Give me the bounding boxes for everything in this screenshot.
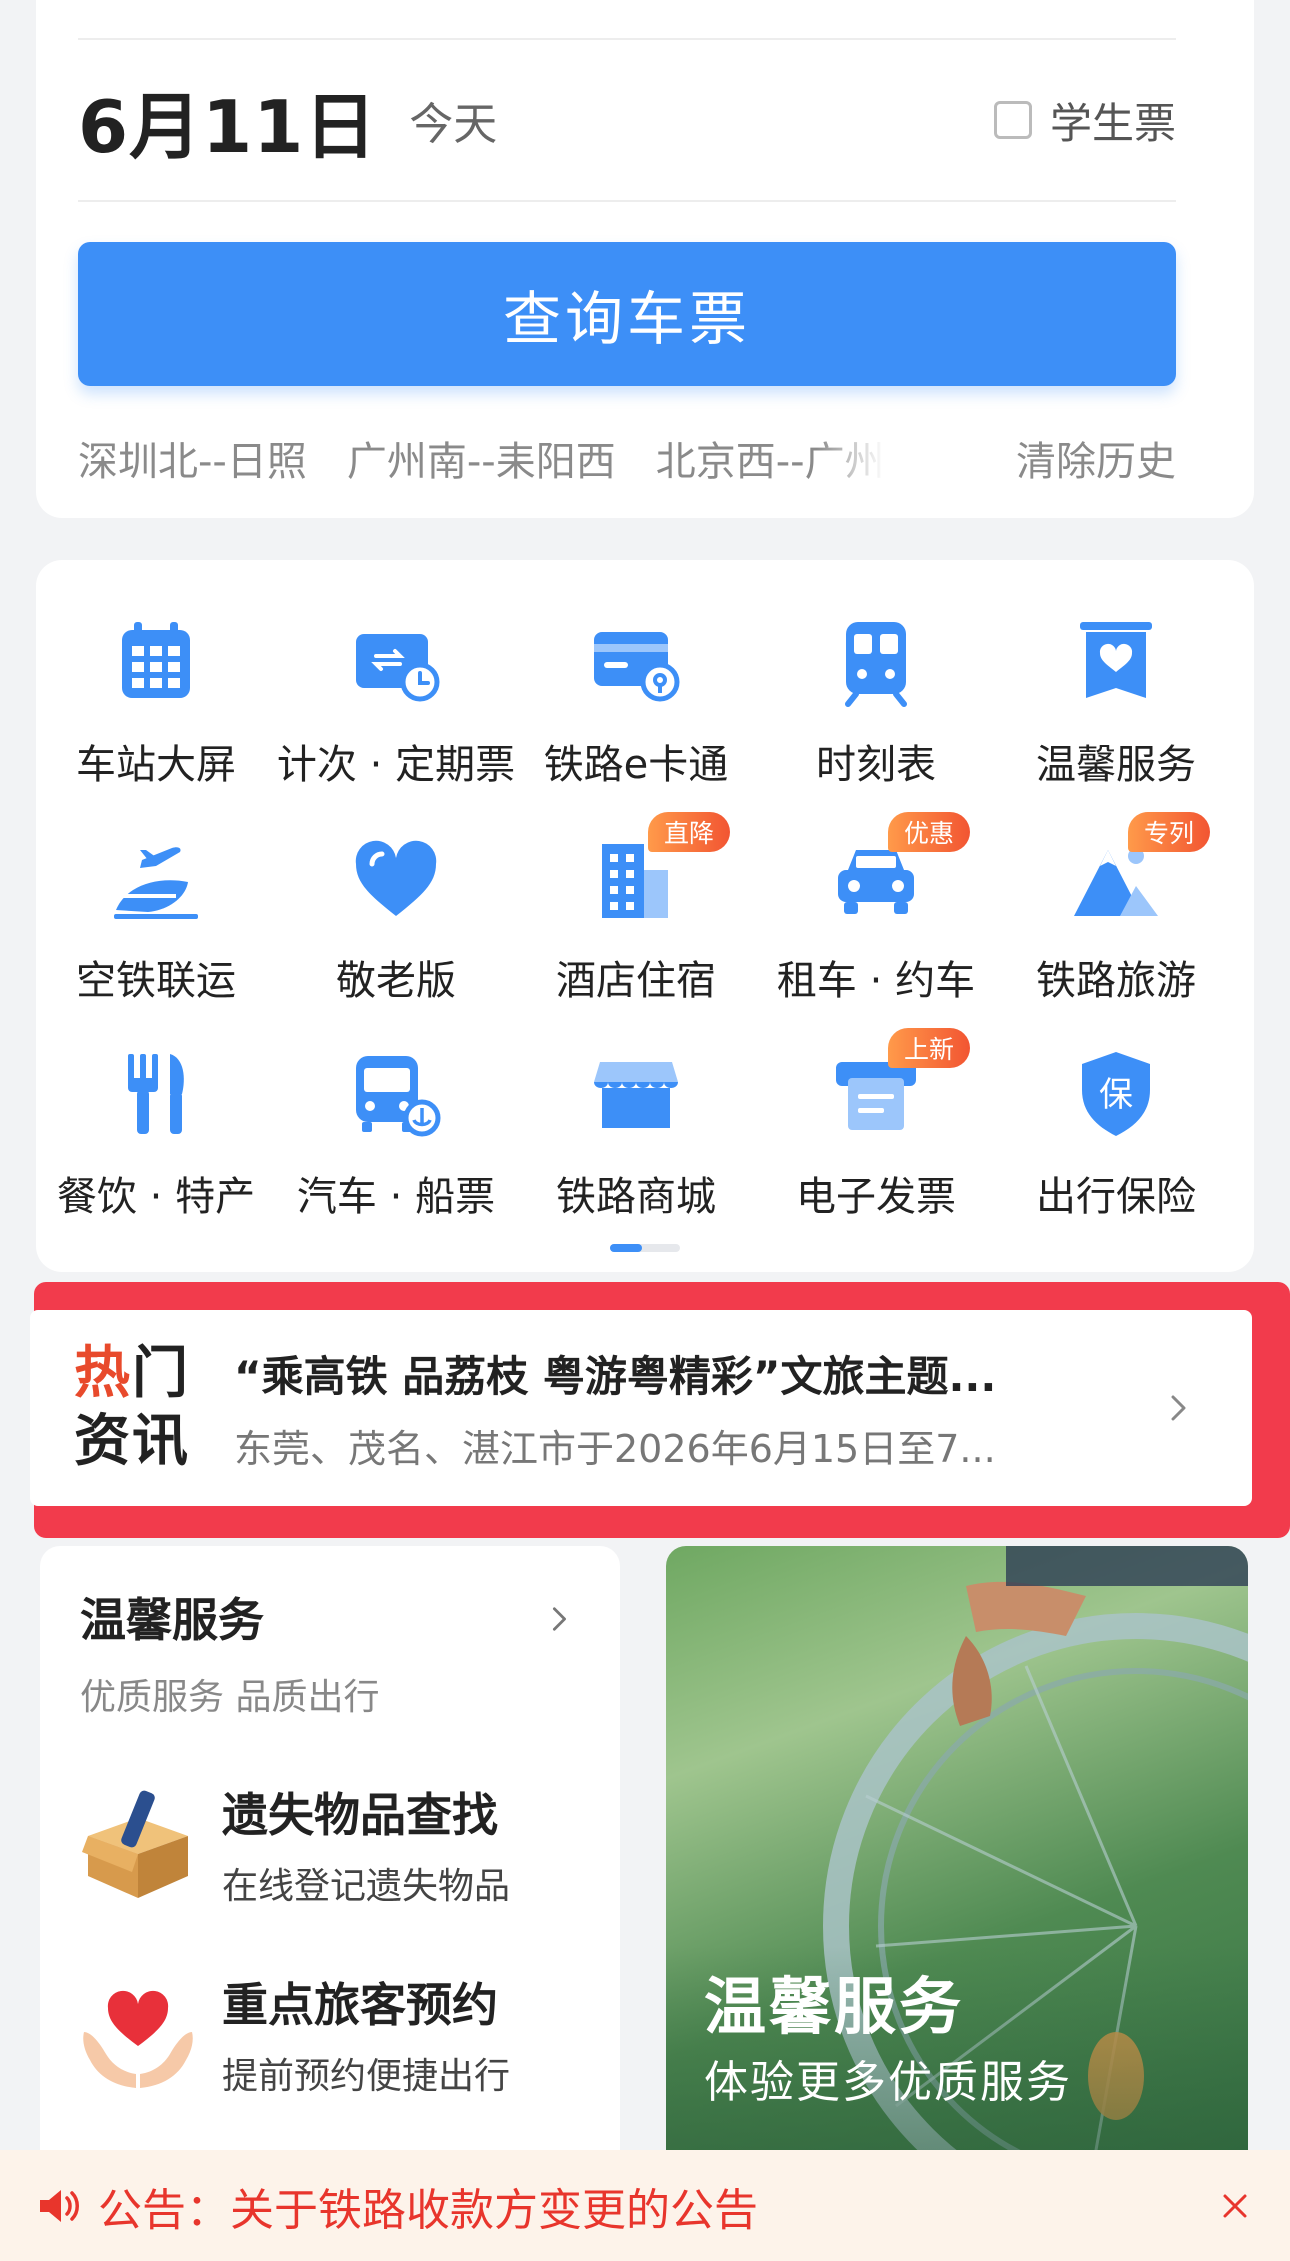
lost-items-entry[interactable]: 遗失物品查找 在线登记遗失物品: [76, 1774, 596, 1914]
grid-item-station-screen[interactable]: 车站大屏: [36, 600, 276, 816]
lost-items-title: 遗失物品查找: [222, 1788, 498, 1842]
promo-tag: 专列: [1128, 812, 1211, 852]
train-timetable-icon: [845, 622, 907, 707]
grid-item-ticket-pass[interactable]: 计次 · 定期票: [276, 600, 516, 816]
service-grid-card: 车站大屏 计次 · 定期票 铁路e卡通 时刻表 温馨服务 空铁联运 敬老版 直降…: [36, 560, 1254, 1272]
grid-item-warm-service[interactable]: 温馨服务: [996, 600, 1236, 816]
warm-service-subtitle: 优质服务 品质出行: [80, 1677, 380, 1718]
grid-item-rail-ecard[interactable]: 铁路e卡通: [516, 600, 756, 816]
grid-item-label: 租车 · 约车: [776, 958, 976, 1004]
hot-news-card[interactable]: 热门 资讯 “乘高铁 品荔枝 粤游粤精彩”文旅主题... 东莞、茂名、湛江市于2…: [30, 1310, 1252, 1506]
grid-item-label: 汽车 · 船票: [296, 1174, 496, 1220]
grid-item-catering[interactable]: 餐饮 · 特产: [36, 1032, 276, 1248]
announcement-text[interactable]: 公告：关于铁路收款方变更的公告: [98, 2174, 758, 2238]
grid-item-rail-mall[interactable]: 铁路商城: [516, 1032, 756, 1248]
lost-box-icon: [82, 1790, 188, 1898]
grid-item-car-rental[interactable]: 优惠 租车 · 约车: [756, 812, 996, 1032]
warm-service-title: 温馨服务: [80, 1593, 264, 1647]
grid-item-label: 温馨服务: [1036, 742, 1196, 788]
grid-item-label: 空铁联运: [76, 958, 236, 1004]
key-passenger-title: 重点旅客预约: [222, 1978, 498, 2032]
student-ticket-label: 学生票: [1049, 98, 1176, 148]
insurance-shield-icon: 保: [1082, 1052, 1150, 1136]
history-item[interactable]: 北京西--广州: [656, 429, 885, 487]
ticket-wallet-icon: [356, 634, 440, 702]
grid-item-label: 出行保险: [1036, 1174, 1196, 1220]
promo-tag: 上新: [888, 1028, 971, 1068]
clear-history-button[interactable]: 清除历史: [1016, 429, 1176, 487]
shield-text: 保: [1099, 1075, 1133, 1115]
grid-item-timetable[interactable]: 时刻表: [756, 600, 996, 816]
chevron-right-icon[interactable]: [1164, 1394, 1192, 1422]
date-hint: 今天: [409, 99, 498, 150]
air-rail-icon: [114, 847, 198, 919]
heart-icon: [355, 840, 437, 916]
grid-item-label: 车站大屏: [76, 742, 236, 788]
grid-item-label: 计次 · 定期票: [276, 742, 516, 788]
grid-item-rail-travel[interactable]: 专列 铁路旅游: [996, 812, 1236, 1032]
hot-news-badge: 热门 资讯: [74, 1340, 192, 1476]
history-item[interactable]: 深圳北--日照: [78, 429, 307, 487]
warm-service-header: 温馨服务 优质服务 品质出行: [80, 1584, 600, 1720]
hot-news-title: “乘高铁 品荔枝 粤游粤精彩”文旅主题...: [234, 1352, 997, 1401]
grid-item-label: 铁路e卡通: [543, 742, 729, 788]
student-ticket-toggle[interactable]: 学生票: [993, 90, 1176, 151]
announcement-bar[interactable]: 公告：关于铁路收款方变更的公告: [0, 2150, 1290, 2261]
search-history: 深圳北--日照 广州南--耒阳西 北京西--广州 清除历史: [78, 420, 1176, 496]
history-item[interactable]: 广州南--耒阳西: [347, 429, 616, 487]
shop-icon: [594, 1062, 678, 1128]
hot-news-badge-line1: 热门: [74, 1341, 190, 1406]
service-grid: 车站大屏 计次 · 定期票 铁路e卡通 时刻表 温馨服务 空铁联运 敬老版 直降…: [36, 600, 1254, 1248]
fork-knife-icon: [128, 1054, 184, 1134]
hot-news-badge-line2: 资讯: [74, 1409, 190, 1474]
banner-subtitle: 体验更多优质服务: [704, 2057, 1072, 2108]
grid-item-label: 餐饮 · 特产: [56, 1174, 256, 1220]
date-row[interactable]: 6月11日 今天 学生票: [78, 40, 1176, 200]
grid-item-label: 酒店住宿: [556, 958, 716, 1004]
grid-item-travel-insurance[interactable]: 保 出行保险: [996, 1032, 1236, 1248]
rail-ecard-icon: [594, 632, 680, 702]
promo-tag: 直降: [648, 812, 731, 852]
student-ticket-checkbox[interactable]: [993, 101, 1032, 139]
page-indicator-active: [610, 1244, 642, 1252]
banner-title: 温馨服务: [704, 1970, 965, 2043]
warm-service-icon: [1080, 622, 1152, 698]
divider: [78, 200, 1176, 202]
key-passenger-desc: 提前预约便捷出行: [222, 2056, 511, 2097]
heart-hands-icon: [83, 1990, 193, 2088]
grid-item-e-invoice[interactable]: 上新 电子发票: [756, 1028, 996, 1248]
travel-date[interactable]: 6月11日: [78, 68, 377, 173]
grid-item-bus-ship[interactable]: 汽车 · 船票: [276, 1032, 516, 1248]
chevron-right-icon[interactable]: [546, 1606, 572, 1632]
lost-items-desc: 在线登记遗失物品: [222, 1866, 511, 1907]
grid-item-hotel[interactable]: 直降 酒店住宿: [516, 812, 756, 1032]
grid-item-label: 铁路旅游: [1036, 958, 1196, 1004]
close-icon[interactable]: [1222, 2193, 1248, 2219]
grid-item-label: 敬老版: [336, 958, 456, 1004]
key-passenger-text: 重点旅客预约 提前预约便捷出行: [222, 1969, 510, 2099]
grid-item-label: 时刻表: [816, 742, 936, 788]
lost-items-text: 遗失物品查找 在线登记遗失物品: [222, 1779, 510, 1909]
page-indicator: [610, 1244, 680, 1252]
speaker-icon: [40, 2189, 79, 2222]
grid-item-elderly-mode[interactable]: 敬老版: [276, 816, 516, 1032]
search-tickets-button[interactable]: 查询车票: [78, 242, 1176, 386]
promo-tag: 优惠: [888, 812, 971, 852]
hot-news-description: 东莞、茂名、湛江市于2026年6月15日至7...: [234, 1427, 996, 1471]
hot-news-text: “乘高铁 品荔枝 粤游粤精彩”文旅主题... 东莞、茂名、湛江市于2026年6月…: [234, 1343, 1114, 1473]
grid-item-label: 电子发票: [796, 1174, 956, 1220]
grid-item-air-rail[interactable]: 空铁联运: [36, 816, 276, 1032]
bus-ship-icon: [356, 1056, 441, 1137]
station-screen-icon: [122, 622, 190, 698]
key-passenger-entry[interactable]: 重点旅客预约 提前预约便捷出行: [76, 1964, 596, 2104]
grid-item-label: 铁路商城: [556, 1174, 716, 1220]
